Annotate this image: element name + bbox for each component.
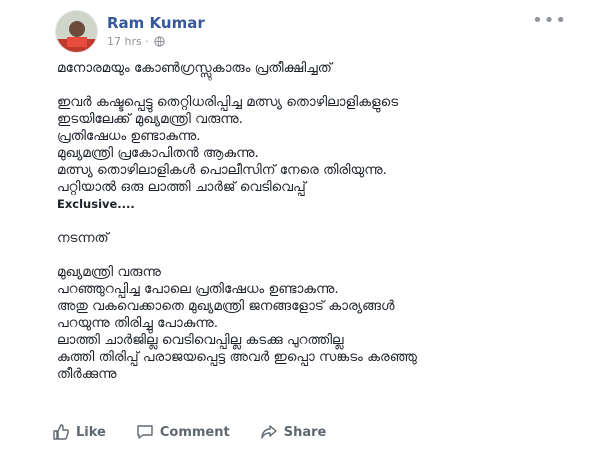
share-icon [260, 423, 278, 441]
post-line: മുഖ്യമന്ത്രി വരുന്നു [57, 264, 161, 280]
post-line: മുഖ്യമന്ത്രി പ്രകോപിതൻ ആകുന്നു. [57, 145, 259, 161]
post-line: മനോരമയും കോൺഗ്രസ്സുകാരും പ്രതീക്ഷിച്ചത് [57, 60, 332, 76]
share-button[interactable]: Share [260, 423, 327, 441]
like-icon [52, 423, 70, 441]
post-header: Ram Kumar 17 hrs · ••• [55, 10, 575, 55]
post-line: പറ്റിയാൽ ഒരു ലാത്തി ചാർജ് വെടിവെപ്പ് [57, 179, 306, 195]
post-line: ഇവർ കഷ്ടപ്പെട്ടു തെറ്റിധരിപ്പിച്ച മത്സ്യ… [57, 94, 399, 110]
comment-label: Comment [159, 424, 230, 440]
post-line: നടന്നത് [57, 230, 109, 246]
post-line: Exclusive.... [57, 197, 135, 211]
post-line: പറയുന്നു തിരിച്ചു പോകുന്നു. [57, 315, 219, 331]
post-body: മനോരമയും കോൺഗ്രസ്സുകാരും പ്രതീക്ഷിച്ചത് … [57, 60, 577, 383]
post-line: ലാത്തി ചാർജില്ല വെടിവെപ്പില്ല കടക്കു പുറ… [57, 332, 344, 348]
meta-separator: · [145, 35, 149, 48]
author-name[interactable]: Ram Kumar [107, 14, 205, 32]
avatar-image [56, 11, 97, 52]
globe-icon [154, 36, 165, 50]
avatar[interactable] [55, 10, 98, 53]
post-meta: 17 hrs · [107, 35, 165, 50]
more-menu-icon[interactable]: ••• [532, 10, 567, 31]
post-time[interactable]: 17 hrs [107, 35, 142, 48]
post-line: തീർക്കുന്നു [57, 366, 117, 382]
comment-button[interactable]: Comment [136, 423, 230, 441]
facebook-post: Ram Kumar 17 hrs · ••• മനോരമയും കോൺഗ്രസ്… [0, 0, 600, 450]
post-line: പറഞ്ഞുറപ്പിച്ച പോലെ പ്രതിഷേധം ഉണ്ടാകുന്ന… [57, 281, 339, 297]
share-label: Share [283, 424, 327, 440]
post-line: മത്സ്യ തൊഴിലാളികൾ പൊലീസിന് നേരെ തിരിയുന്… [57, 162, 387, 178]
like-button[interactable]: Like [52, 423, 106, 441]
post-line: പ്രതിഷേധം ഉണ്ടാകുന്നു. [57, 128, 201, 144]
post-line: കുത്തി തിരിപ്പ് പരാജയപ്പെട്ട അവർ ഇപ്പൊ സ… [57, 349, 417, 365]
post-line: അതു വകവെക്കാതെ മുഖ്യമന്ത്രി ജനങ്ങളോട് കാ… [57, 298, 395, 314]
like-label: Like [76, 424, 106, 440]
comment-icon [136, 423, 154, 441]
post-line: ഇടയിലേക്ക് മുഖ്യമന്ത്രി വരുന്നു. [57, 111, 243, 127]
post-actions: Like Comment Share [52, 418, 572, 446]
